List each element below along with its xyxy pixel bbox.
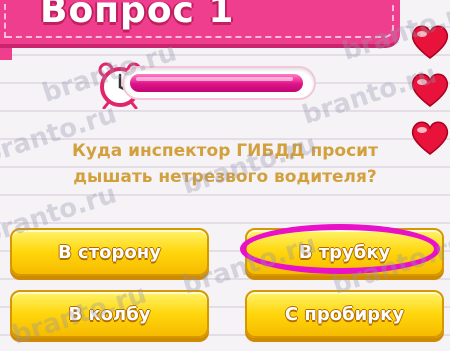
timer-bar-fill [130, 74, 303, 92]
question-line-2: дышать нетрезвого водителя? [73, 167, 377, 187]
answer-button-4[interactable]: С пробирку [245, 290, 444, 338]
heart-icon [411, 73, 449, 107]
answer-button-1[interactable]: В сторону [10, 228, 209, 276]
answer-button-3[interactable]: В колбу [10, 290, 209, 338]
timer-bar [124, 68, 314, 98]
answer-button-2[interactable]: В трубку [245, 228, 444, 276]
heart-icon [411, 25, 449, 59]
page-title: Вопрос 1 [40, 0, 235, 31]
question-header: Вопрос 1 [0, 0, 400, 48]
question-line-1: Куда инспектор ГИБДД просит [72, 141, 378, 161]
question-text: Куда инспектор ГИБДД просит дышать нетре… [30, 138, 420, 190]
